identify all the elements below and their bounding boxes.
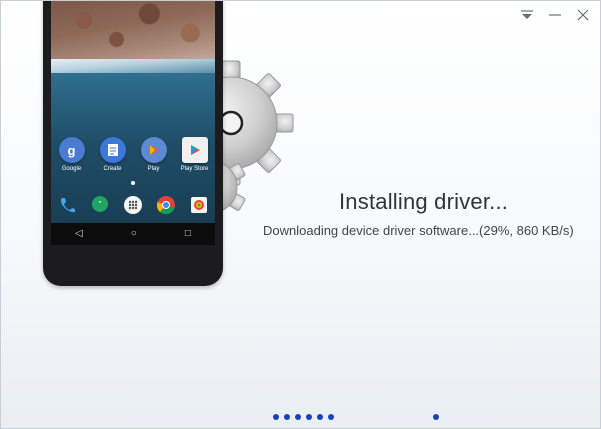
app-play: Play xyxy=(134,137,174,172)
app-play-store: Play Store xyxy=(175,137,215,172)
app-drawer-icon xyxy=(121,193,145,217)
step-dot xyxy=(295,414,301,420)
step-dot xyxy=(328,414,334,420)
recents-icon: □ xyxy=(184,228,191,239)
google-icon: g xyxy=(58,137,85,163)
status-title: Installing driver... xyxy=(339,189,509,214)
phone-illustration: g Google Create Play Play Store " ◁ ○ □ xyxy=(43,1,223,286)
close-icon xyxy=(577,9,589,21)
phone-icon xyxy=(55,193,79,217)
step-dot xyxy=(317,414,323,420)
step-dot-current xyxy=(433,414,439,420)
minimize-button[interactable] xyxy=(546,7,564,23)
home-icon: ○ xyxy=(130,228,137,239)
close-button[interactable] xyxy=(574,7,592,23)
hangouts-icon: " xyxy=(88,193,112,217)
app-google: g Google xyxy=(52,137,92,172)
step-dot xyxy=(306,414,312,420)
photos-icon xyxy=(187,193,211,217)
chrome-icon xyxy=(154,193,178,217)
menu-dropdown-icon xyxy=(521,10,533,19)
phone-nav-bar: ◁ ○ □ xyxy=(51,223,215,245)
back-icon: ◁ xyxy=(75,228,83,239)
page-indicator xyxy=(131,181,135,185)
docs-icon xyxy=(99,137,126,163)
step-dot xyxy=(273,414,279,420)
window-controls xyxy=(518,7,592,23)
play-store-icon xyxy=(181,137,208,163)
minimize-icon xyxy=(549,14,561,16)
installer-window: g Google Create Play Play Store " ◁ ○ □ … xyxy=(0,0,601,429)
svg-text:": " xyxy=(99,200,102,209)
app-create: Create xyxy=(93,137,133,172)
phone-screen: g Google Create Play Play Store " ◁ ○ □ xyxy=(51,1,215,245)
step-dot xyxy=(284,414,290,420)
status-detail: Downloading device driver software...(29… xyxy=(263,223,574,238)
step-indicator xyxy=(273,414,334,420)
home-apps-row: g Google Create Play Play Store xyxy=(51,137,215,172)
phone-dock: " xyxy=(51,193,215,217)
dropdown-menu-button[interactable] xyxy=(518,7,536,23)
play-games-icon xyxy=(140,137,167,163)
